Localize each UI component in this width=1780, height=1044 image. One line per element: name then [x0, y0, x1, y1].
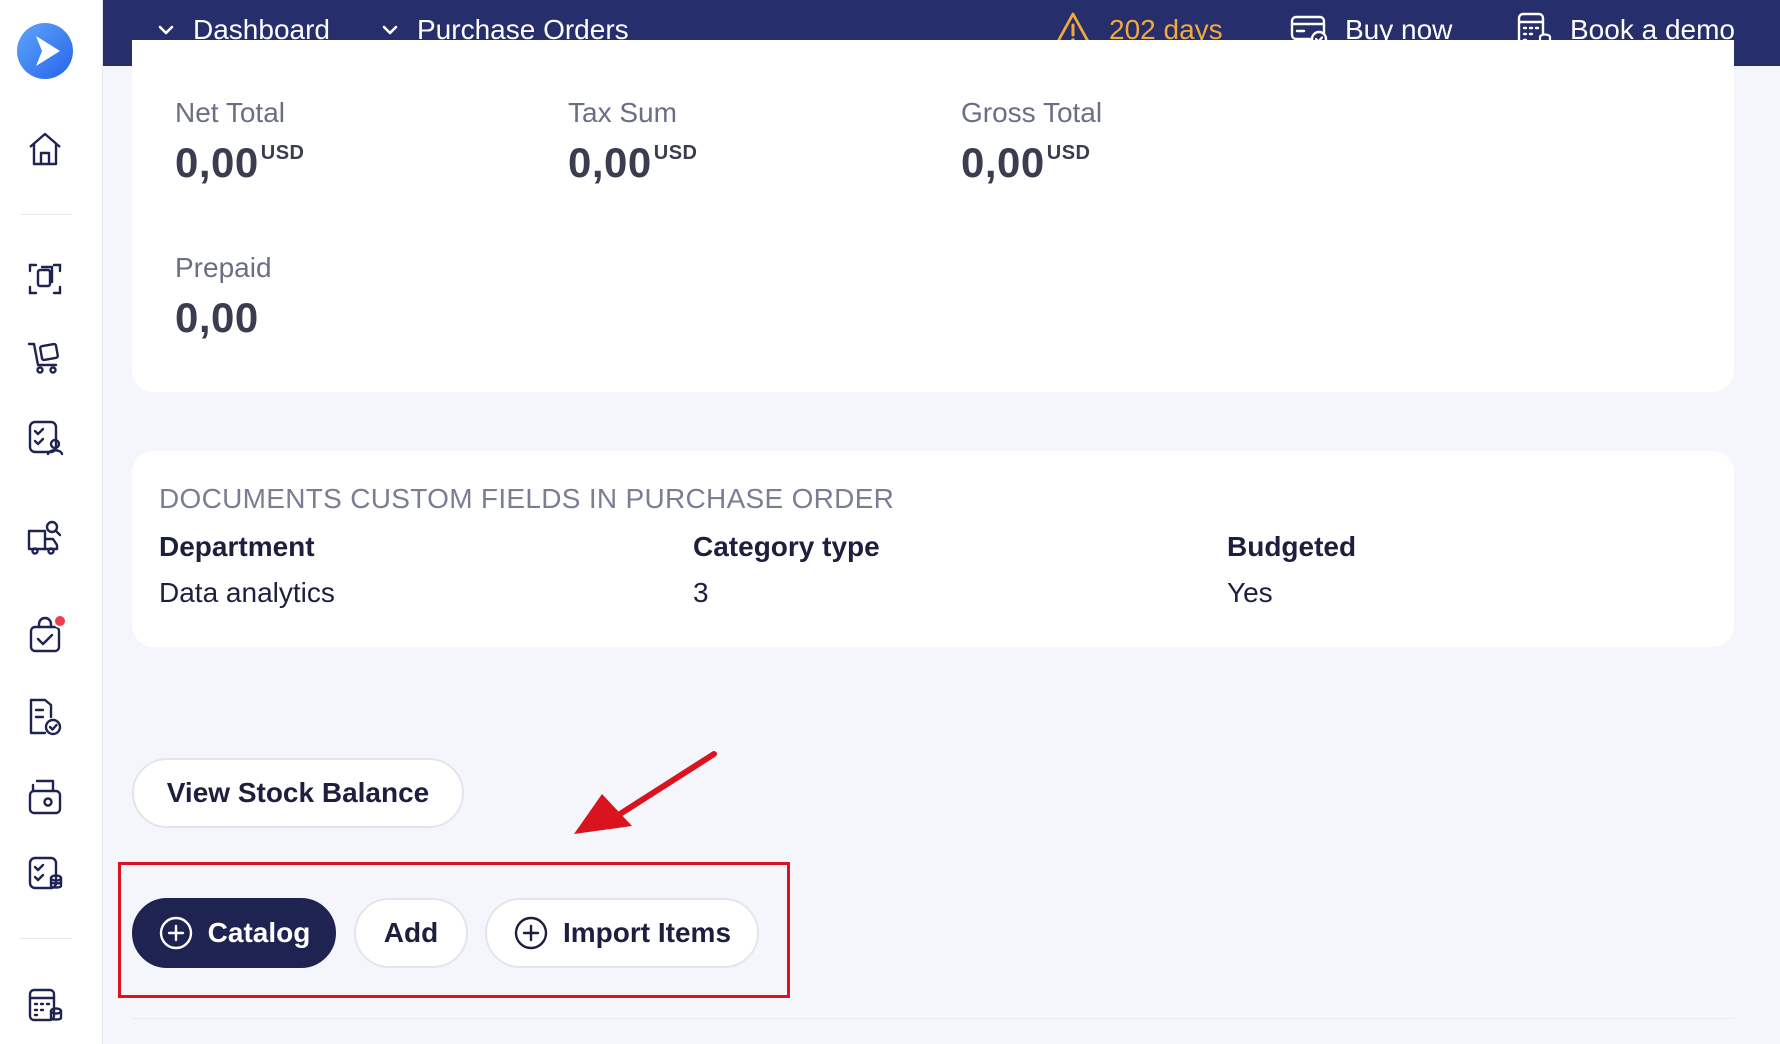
- order-summary-card: Net Total 0,00 USD Tax Sum 0,00 USD Gross …: [132, 40, 1734, 392]
- net-total-label: Net Total: [175, 97, 285, 128]
- doc-check-icon[interactable]: [24, 696, 66, 738]
- home-icon[interactable]: [24, 128, 66, 170]
- add-button[interactable]: Add: [354, 898, 468, 968]
- gross-total-metric: Gross Total 0,00 USD: [961, 97, 1102, 187]
- app-logo[interactable]: [16, 22, 74, 80]
- custom-fields-title: DOCUMENTS CUSTOM FIELDS IN PURCHASE ORDE…: [159, 483, 895, 514]
- add-label: Add: [383, 917, 439, 948]
- tax-sum-label: Tax Sum: [568, 97, 677, 128]
- chevron-down-icon: [158, 25, 174, 35]
- import-items-label: Import Items: [562, 917, 732, 948]
- view-stock-balance-button[interactable]: View Stock Balance: [132, 758, 464, 828]
- custom-field-label: Department: [159, 531, 315, 562]
- plus-circle-icon: [159, 916, 192, 950]
- custom-field-label: Budgeted: [1227, 531, 1357, 562]
- catalog-label: Catalog: [207, 917, 311, 948]
- checklist-user-icon[interactable]: [24, 416, 66, 458]
- prepaid-value: 0,00: [175, 294, 259, 341]
- cart-doc-icon[interactable]: [24, 336, 66, 378]
- custom-field-label: Category type: [693, 531, 880, 562]
- custom-field-value: Data analytics: [159, 577, 335, 608]
- currency-label: USD: [260, 142, 305, 164]
- checklist-db-icon[interactable]: [24, 852, 66, 894]
- gross-total-label: Gross Total: [961, 97, 1103, 128]
- sidebar-divider: [20, 938, 72, 939]
- notification-dot: [53, 614, 67, 628]
- custom-field-department: Department Data analytics: [159, 531, 335, 609]
- import-items-button[interactable]: Import Items: [485, 898, 759, 968]
- wallet-doc-icon[interactable]: [24, 776, 66, 818]
- sidebar: [0, 0, 103, 1044]
- gross-total-value: 0,00 USD: [961, 139, 1091, 186]
- calculator-db-icon[interactable]: [24, 984, 66, 1026]
- net-total-value: 0,00 USD: [175, 139, 305, 186]
- custom-field-category-type: Category type 3: [693, 531, 880, 609]
- section-divider: [132, 1018, 1734, 1019]
- custom-fields-card: DOCUMENTS CUSTOM FIELDS IN PURCHASE ORDE…: [132, 451, 1734, 647]
- tax-sum-metric: Tax Sum 0,00 USD: [568, 97, 697, 187]
- custom-field-value: Yes: [1227, 577, 1273, 608]
- prepaid-label: Prepaid: [175, 252, 272, 283]
- view-stock-balance-label: View Stock Balance: [166, 777, 430, 808]
- truck-search-icon[interactable]: [24, 516, 66, 558]
- documents-scan-icon[interactable]: [24, 258, 66, 300]
- currency-label: USD: [1046, 142, 1091, 164]
- annotation-arrow: [574, 751, 717, 834]
- custom-field-budgeted: Budgeted Yes: [1227, 531, 1356, 609]
- catalog-button[interactable]: Catalog: [132, 898, 336, 968]
- tax-sum-value: 0,00 USD: [568, 139, 698, 186]
- prepaid-metric: Prepaid 0,00: [175, 252, 272, 342]
- plus-circle-icon: [514, 916, 548, 950]
- chevron-down-icon: [382, 25, 398, 35]
- custom-field-value: 3: [693, 577, 709, 608]
- currency-label: USD: [653, 142, 698, 164]
- sidebar-divider: [20, 214, 72, 215]
- net-total-metric: Net Total 0,00 USD: [175, 97, 304, 187]
